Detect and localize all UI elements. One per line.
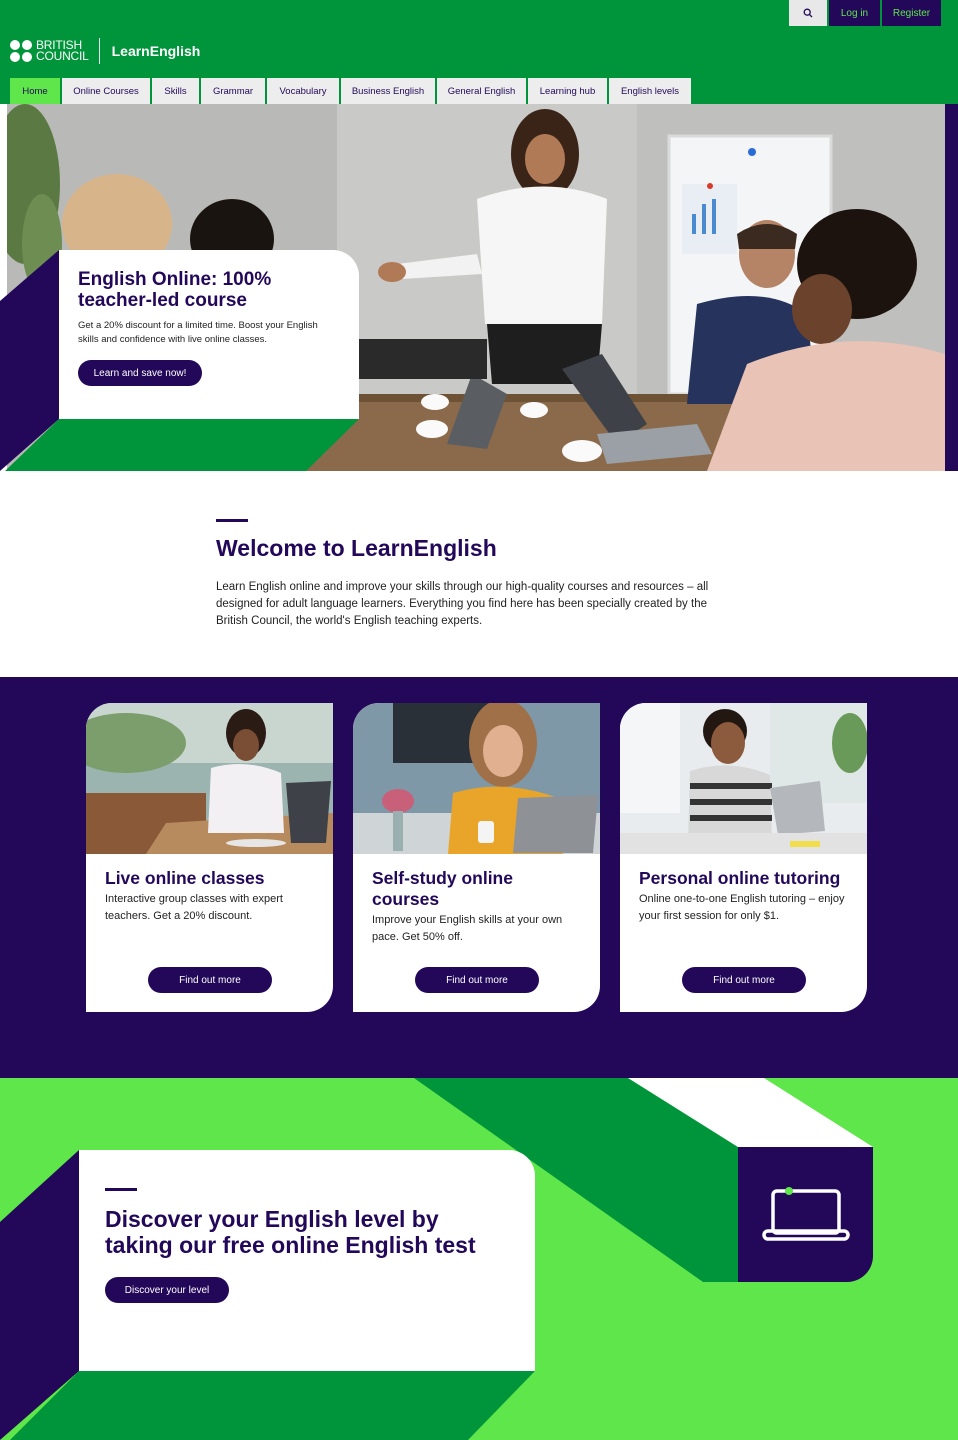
nav-item-english-levels[interactable]: English levels: [609, 78, 691, 104]
logo-divider: [98, 38, 100, 64]
card-text: Online one-to-one English tutoring – enj…: [639, 893, 845, 922]
nav-item-business-english[interactable]: Business English: [341, 78, 435, 104]
hero-title: English Online: 100% teacher-led course: [78, 269, 272, 311]
nav-item-vocabulary[interactable]: Vocabulary: [267, 78, 339, 104]
utility-bar: Log in Register: [789, 0, 941, 26]
card-image-tutoring: [620, 703, 867, 854]
offers-section: Live online classes Interactive group cl…: [0, 677, 958, 1078]
card-title: Personal online tutoring: [639, 868, 841, 888]
welcome-title: Welcome to LearnEnglish: [216, 535, 497, 561]
level-test-title: Discover your English level by taking ou…: [105, 1206, 476, 1258]
card-title: Live online classes: [105, 868, 265, 888]
hero-banner: English Online: 100% teacher-led course …: [0, 104, 958, 471]
welcome-section: Welcome to LearnEnglish Learn English on…: [216, 519, 736, 630]
card-personal-tutoring: Personal online tutoring Online one-to-o…: [620, 703, 867, 1012]
logo-dots-icon: [10, 40, 32, 62]
card-image-live-classes: [86, 703, 333, 854]
learn-and-save-button[interactable]: Learn and save now!: [78, 360, 202, 386]
laptop-tile: [738, 1147, 873, 1282]
site-header: Log in Register BRITISH COUNCIL LearnEng…: [0, 0, 958, 104]
register-button[interactable]: Register: [882, 0, 941, 26]
card-image-self-study: [353, 703, 600, 854]
level-accent-line: [105, 1188, 137, 1191]
welcome-accent-line: [216, 519, 248, 522]
card-self-study-courses: Self-study online courses Improve your E…: [353, 703, 600, 1012]
site-name[interactable]: LearnEnglish: [112, 43, 201, 59]
nav-item-learning-hub[interactable]: Learning hub: [528, 78, 607, 104]
find-out-more-button[interactable]: Find out more: [148, 967, 272, 993]
nav-item-general-english[interactable]: General English: [437, 78, 526, 104]
search-button[interactable]: [789, 0, 827, 26]
level-test-section: Discover your English level by taking ou…: [0, 1078, 958, 1440]
card-text: Interactive group classes with expert te…: [105, 893, 283, 922]
login-button[interactable]: Log in: [829, 0, 880, 26]
hero-right-band: [945, 104, 958, 471]
card-title: Self-study online courses: [372, 868, 513, 909]
laptop-icon: [761, 1186, 850, 1241]
find-out-more-button[interactable]: Find out more: [415, 967, 539, 993]
level-test-card: Discover your English level by taking ou…: [79, 1150, 535, 1371]
card-live-online-classes: Live online classes Interactive group cl…: [86, 703, 333, 1012]
card-text: Improve your English skills at your own …: [372, 914, 563, 943]
british-council-logo[interactable]: BRITISH COUNCIL LearnEnglish: [10, 38, 200, 64]
main-nav: Home Online Courses Skills Grammar Vocab…: [10, 78, 691, 104]
nav-item-grammar[interactable]: Grammar: [201, 78, 265, 104]
hero-card: English Online: 100% teacher-led course …: [59, 250, 359, 419]
welcome-text: Learn English online and improve your sk…: [216, 581, 709, 627]
nav-item-skills[interactable]: Skills: [152, 78, 199, 104]
nav-item-online-courses[interactable]: Online Courses: [62, 78, 150, 104]
hero-text: Get a 20% discount for a limited time. B…: [78, 320, 318, 345]
nav-item-home[interactable]: Home: [10, 78, 60, 104]
search-icon: [803, 8, 813, 18]
find-out-more-button[interactable]: Find out more: [682, 967, 806, 993]
logo-wordmark: BRITISH COUNCIL: [36, 38, 89, 63]
discover-your-level-button[interactable]: Discover your level: [105, 1277, 229, 1303]
